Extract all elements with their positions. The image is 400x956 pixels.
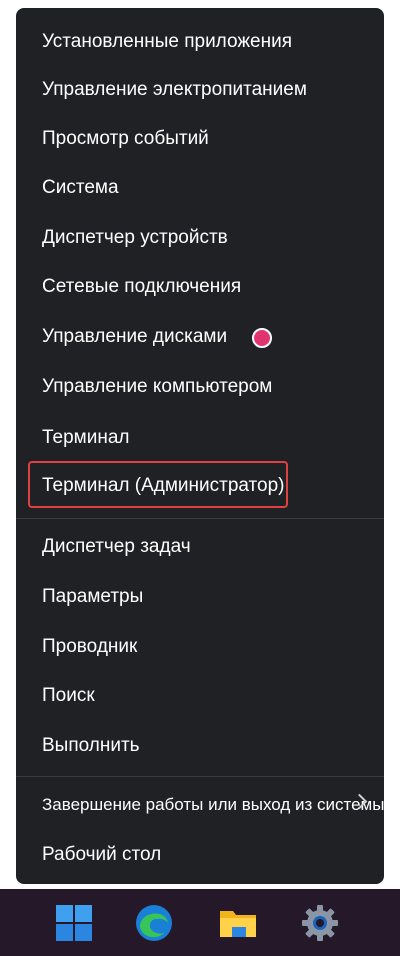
menu-item-event-viewer[interactable]: Просмотр событий bbox=[42, 119, 209, 159]
marker-dot bbox=[252, 328, 272, 348]
windows-start-icon[interactable] bbox=[54, 903, 94, 943]
file-explorer-icon[interactable] bbox=[218, 903, 258, 943]
taskbar bbox=[0, 889, 400, 956]
menu-item-file-explorer[interactable]: Проводник bbox=[42, 627, 137, 667]
menu-item-task-manager[interactable]: Диспетчер задач bbox=[42, 527, 191, 567]
menu-item-desktop[interactable]: Рабочий стол bbox=[42, 835, 161, 875]
settings-gear-icon[interactable] bbox=[300, 903, 340, 943]
menu-item-disk-management[interactable]: Управление дисками bbox=[42, 317, 227, 357]
menu-item-settings[interactable]: Параметры bbox=[42, 577, 143, 617]
edge-browser-icon[interactable] bbox=[134, 903, 174, 943]
menu-item-search[interactable]: Поиск bbox=[42, 676, 95, 716]
menu-item-run[interactable]: Выполнить bbox=[42, 726, 140, 766]
menu-item-terminal-admin[interactable]: Терминал (Администратор) bbox=[42, 466, 285, 506]
menu-item-network-connections[interactable]: Сетевые подключения bbox=[42, 267, 241, 307]
menu-item-computer-management[interactable]: Управление компьютером bbox=[42, 367, 272, 407]
context-menu: Установленные приложения Управление элек… bbox=[16, 8, 384, 884]
menu-item-installed-apps[interactable]: Установленные приложения bbox=[42, 22, 292, 62]
menu-item-shutdown-signout[interactable]: Завершение работы или выход из системы bbox=[42, 785, 384, 825]
menu-item-power-options[interactable]: Управление электропитанием bbox=[42, 70, 307, 110]
menu-item-system[interactable]: Система bbox=[42, 168, 119, 208]
menu-separator bbox=[16, 776, 384, 777]
menu-item-terminal[interactable]: Терминал bbox=[42, 418, 130, 458]
menu-item-device-manager[interactable]: Диспетчер устройств bbox=[42, 218, 228, 258]
menu-separator bbox=[16, 518, 384, 519]
